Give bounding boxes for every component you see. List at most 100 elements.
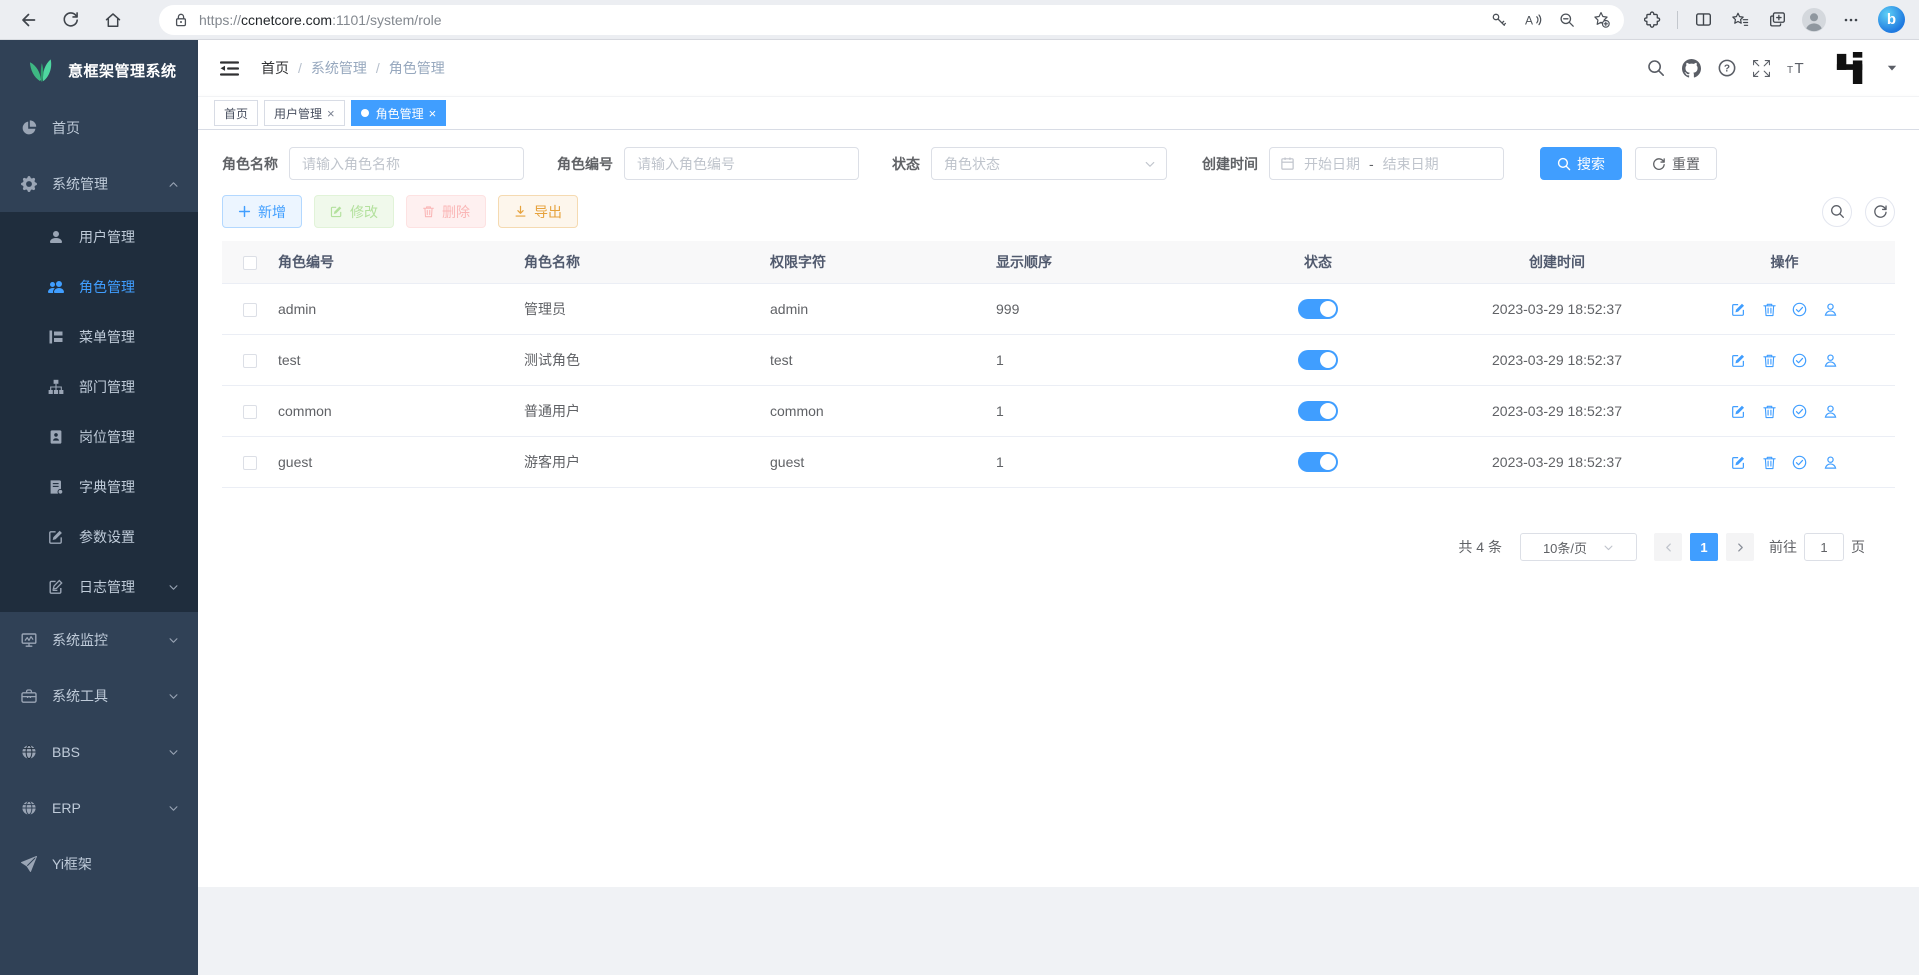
fullscreen-icon[interactable] — [1753, 60, 1770, 77]
edit-icon[interactable] — [1731, 455, 1746, 470]
sidebar-item-post-management[interactable]: 岗位管理 — [0, 412, 198, 462]
breadcrumb-current: 角色管理 — [389, 58, 445, 78]
sidebar-item-system-tools[interactable]: 系统工具 — [0, 668, 198, 724]
password-key-icon[interactable] — [1486, 7, 1512, 33]
refresh-table-button[interactable] — [1865, 197, 1895, 227]
reset-button[interactable]: 重置 — [1635, 147, 1717, 180]
page-1-button[interactable]: 1 — [1690, 533, 1718, 561]
delete-icon[interactable] — [1762, 302, 1777, 317]
search-button[interactable]: 搜索 — [1540, 147, 1622, 180]
status-toggle[interactable] — [1298, 299, 1338, 319]
edit-button[interactable]: 修改 — [314, 195, 394, 228]
address-bar[interactable]: https://ccnetcore.com:1101/system/role A — [159, 5, 1624, 35]
row-checkbox[interactable] — [243, 456, 257, 470]
tabs-bar: 首页 用户管理 × 角色管理 × — [198, 96, 1919, 130]
collections-icon[interactable] — [1763, 6, 1791, 34]
header-search-icon[interactable] — [1647, 59, 1665, 77]
gear-icon — [21, 176, 37, 192]
browser-refresh-button[interactable] — [55, 5, 85, 35]
edit-icon[interactable] — [1731, 302, 1746, 317]
select-all-checkbox[interactable] — [243, 256, 257, 270]
calendar-icon — [1280, 156, 1295, 171]
delete-icon[interactable] — [1762, 353, 1777, 368]
font-size-icon[interactable]: TT — [1787, 60, 1807, 76]
github-icon[interactable] — [1682, 59, 1701, 78]
chevron-right-icon — [1735, 542, 1746, 553]
assign-user-icon[interactable] — [1823, 455, 1838, 470]
assign-user-icon[interactable] — [1823, 404, 1838, 419]
chevron-down-icon — [1603, 542, 1614, 553]
close-icon[interactable]: × — [429, 107, 437, 120]
help-icon[interactable]: ? — [1718, 59, 1736, 77]
edit-icon[interactable] — [1731, 353, 1746, 368]
sidebar-item-system-management[interactable]: 系统管理 — [0, 156, 198, 212]
show-search-button[interactable] — [1822, 197, 1852, 227]
favorites-icon[interactable] — [1726, 6, 1754, 34]
app-logo[interactable]: 意框架管理系统 — [0, 40, 198, 100]
sidebar-collapse-button[interactable] — [220, 60, 239, 77]
add-button[interactable]: 新增 — [222, 195, 302, 228]
edit-icon[interactable] — [1731, 404, 1746, 419]
browser-home-button[interactable] — [98, 5, 128, 35]
zoom-out-icon[interactable] — [1554, 7, 1580, 33]
copilot-icon[interactable]: b — [1878, 6, 1905, 33]
more-options-icon[interactable] — [1837, 6, 1865, 34]
tab-home[interactable]: 首页 — [214, 100, 258, 126]
add-favorite-star-icon[interactable] — [1588, 7, 1614, 33]
row-checkbox[interactable] — [243, 303, 257, 317]
sidebar-item-log-management[interactable]: 日志管理 — [0, 562, 198, 612]
delete-icon[interactable] — [1762, 455, 1777, 470]
row-checkbox[interactable] — [243, 405, 257, 419]
page-size-select[interactable]: 10条/页 — [1520, 533, 1637, 561]
goto-page-input[interactable] — [1804, 533, 1844, 561]
sidebar-item-system-monitor[interactable]: 系统监控 — [0, 612, 198, 668]
app-title: 意框架管理系统 — [68, 60, 177, 81]
delete-button[interactable]: 删除 — [406, 195, 486, 228]
role-code-input[interactable] — [624, 147, 859, 180]
split-screen-icon[interactable] — [1689, 6, 1717, 34]
status-toggle[interactable] — [1298, 401, 1338, 421]
close-icon[interactable]: × — [327, 107, 335, 120]
profile-avatar[interactable] — [1800, 6, 1828, 34]
sidebar-item-dept-management[interactable]: 部门管理 — [0, 362, 198, 412]
extensions-icon[interactable] — [1638, 6, 1666, 34]
tab-role-management[interactable]: 角色管理 × — [351, 100, 447, 126]
sidebar-item-erp[interactable]: ERP — [0, 780, 198, 836]
caret-down-icon[interactable] — [1887, 65, 1897, 72]
data-scope-icon[interactable] — [1792, 404, 1807, 419]
col-display-order: 显示顺序 — [996, 241, 1196, 284]
assign-user-icon[interactable] — [1823, 302, 1838, 317]
sidebar-item-dict-management[interactable]: 字典管理 — [0, 462, 198, 512]
sidebar-item-home[interactable]: 首页 — [0, 100, 198, 156]
read-aloud-icon[interactable]: A — [1520, 7, 1546, 33]
sidebar-item-menu-management[interactable]: 菜单管理 — [0, 312, 198, 362]
paper-plane-icon — [21, 856, 37, 872]
sidebar-item-user-management[interactable]: 用户管理 — [0, 212, 198, 262]
date-range-picker[interactable]: 开始日期 - 结束日期 — [1269, 147, 1504, 180]
data-scope-icon[interactable] — [1792, 302, 1807, 317]
delete-icon[interactable] — [1762, 404, 1777, 419]
next-page-button[interactable] — [1726, 533, 1754, 561]
sidebar-item-bbs[interactable]: BBS — [0, 724, 198, 780]
edit-square-icon — [330, 205, 343, 218]
yj-logo-icon[interactable] — [1834, 52, 1868, 84]
status-select[interactable]: 角色状态 — [931, 147, 1167, 180]
role-name-input[interactable] — [289, 147, 524, 180]
status-toggle[interactable] — [1298, 452, 1338, 472]
status-toggle[interactable] — [1298, 350, 1338, 370]
prev-page-button[interactable] — [1654, 533, 1682, 561]
sidebar-item-yi-framework[interactable]: Yi框架 — [0, 836, 198, 892]
sidebar-item-param-settings[interactable]: 参数设置 — [0, 512, 198, 562]
browser-back-button[interactable] — [12, 5, 42, 35]
sidebar-item-role-management[interactable]: 角色管理 — [0, 262, 198, 312]
export-button[interactable]: 导出 — [498, 195, 578, 228]
chevron-down-icon — [168, 747, 179, 758]
assign-user-icon[interactable] — [1823, 353, 1838, 368]
sidebar: 意框架管理系统 首页 系统管理 用户管理 角色管理 — [0, 40, 198, 975]
data-scope-icon[interactable] — [1792, 353, 1807, 368]
breadcrumb-home[interactable]: 首页 — [261, 58, 289, 78]
active-tab-dot — [361, 109, 369, 117]
row-checkbox[interactable] — [243, 354, 257, 368]
data-scope-icon[interactable] — [1792, 455, 1807, 470]
tab-user-management[interactable]: 用户管理 × — [264, 100, 345, 126]
